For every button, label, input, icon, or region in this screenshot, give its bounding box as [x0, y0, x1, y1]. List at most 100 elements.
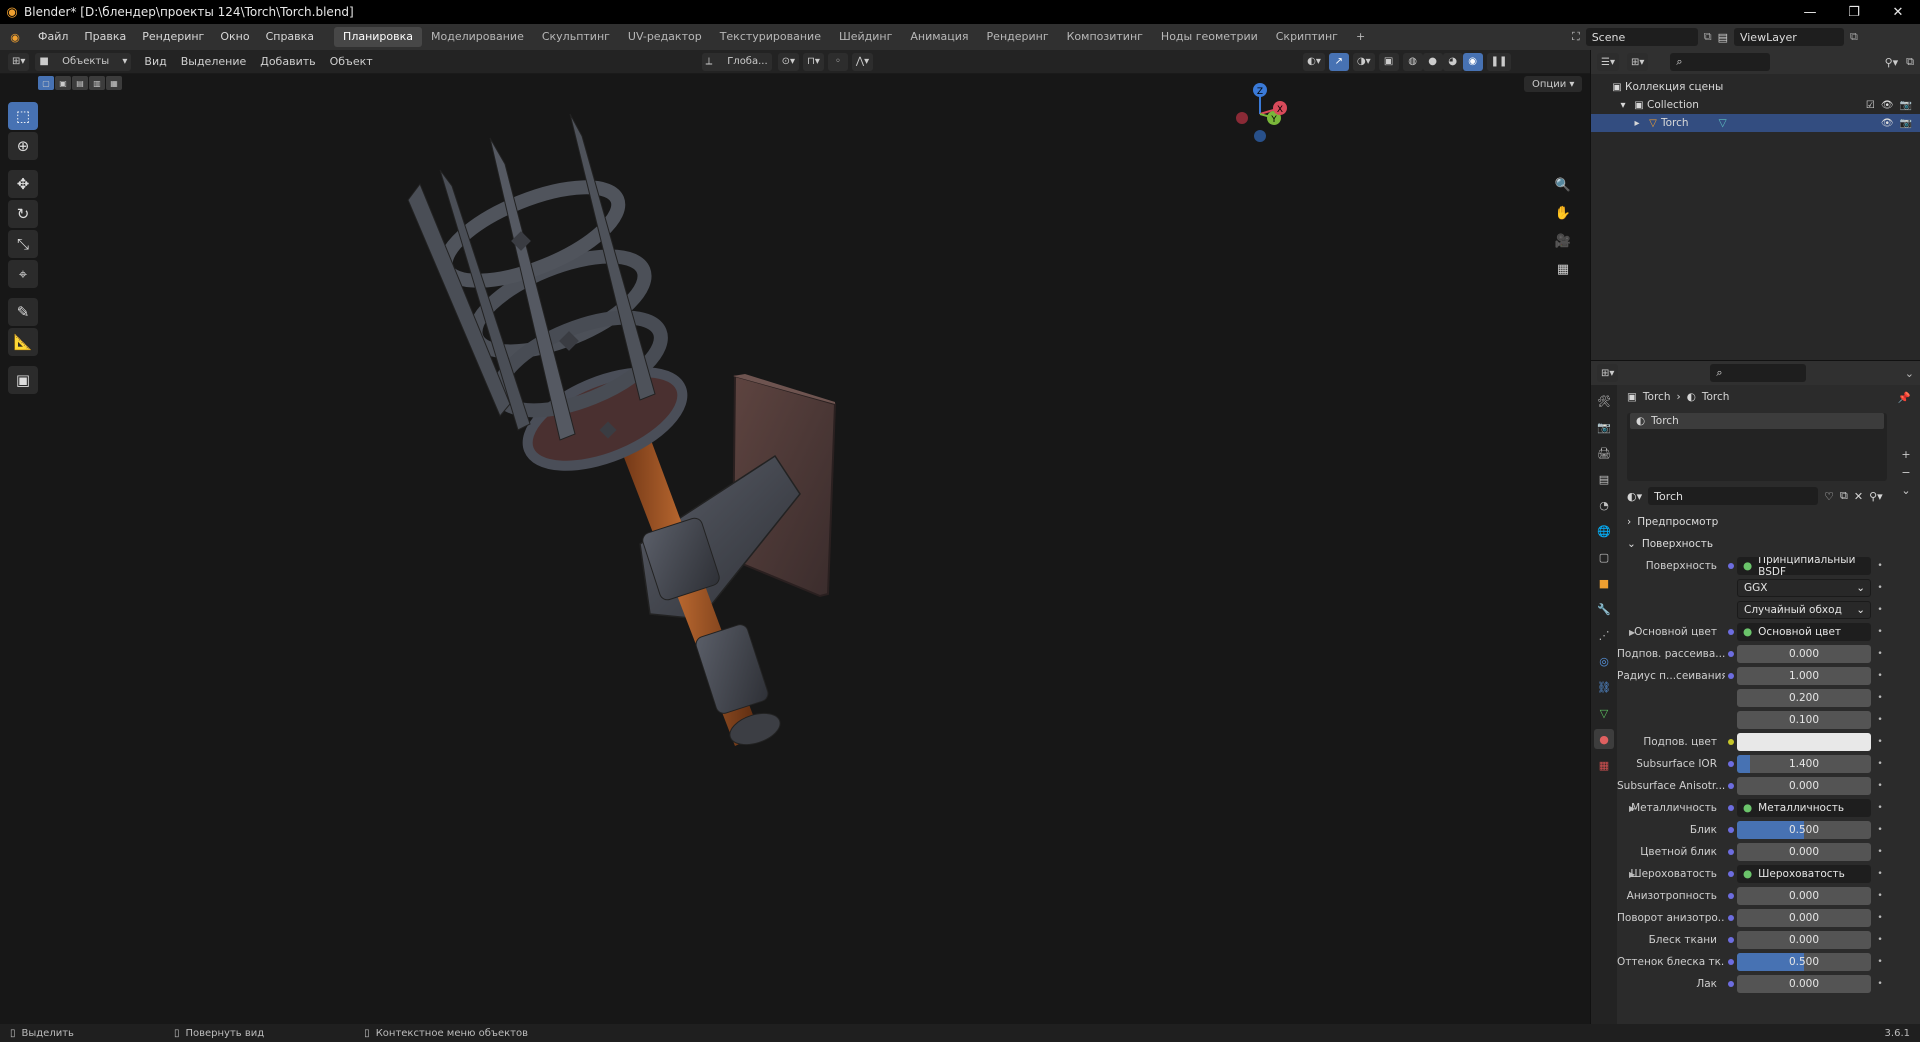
keyframe-dot-icon[interactable]: •	[1873, 627, 1887, 637]
menu-help[interactable]: Справка	[258, 24, 322, 50]
property-value-field[interactable]: 0.000	[1737, 975, 1871, 993]
keyframe-dot-icon[interactable]: •	[1873, 935, 1887, 945]
menu-object[interactable]: Объект	[323, 55, 380, 68]
render-tab-icon[interactable]: 📷	[1594, 417, 1614, 437]
chevron-down-icon[interactable]: ⌄	[1905, 367, 1914, 380]
properties-search-input[interactable]: ⌕	[1710, 364, 1807, 382]
gizmo-toggle-icon[interactable]: ↗	[1328, 52, 1349, 71]
scene-tab-icon[interactable]: ◔	[1594, 495, 1614, 515]
property-value-field[interactable]: ● Металличность	[1737, 799, 1871, 817]
select-box-icon[interactable]: ⬚	[8, 102, 38, 130]
shading-material-icon[interactable]: ◕	[1442, 52, 1463, 71]
keyframe-dot-icon[interactable]: •	[1873, 781, 1887, 791]
new-view-layer-icon[interactable]: ⧉	[1850, 30, 1858, 44]
filter-icon[interactable]: ⚲▾	[1885, 56, 1899, 69]
material-slot-item[interactable]: ◐ Torch	[1630, 413, 1884, 429]
socket-dot-icon[interactable]	[1725, 673, 1737, 679]
socket-dot-icon[interactable]	[1725, 981, 1737, 987]
move-icon[interactable]: ✥	[8, 170, 38, 198]
cursor-icon[interactable]: ⊕	[8, 132, 38, 160]
new-collection-icon[interactable]: ⧉	[1906, 55, 1914, 69]
checkbox-icon[interactable]: ☑	[1866, 100, 1875, 111]
socket-dot-icon[interactable]	[1725, 959, 1737, 965]
particles-tab-icon[interactable]: ⋰	[1594, 625, 1614, 645]
object-tab-icon[interactable]: ■	[1594, 573, 1614, 593]
new-scene-icon[interactable]: ⧉	[1704, 30, 1712, 44]
fake-user-icon[interactable]: ♡	[1824, 490, 1834, 503]
add-cube-icon[interactable]: ▣	[8, 366, 38, 394]
socket-dot-icon[interactable]	[1725, 849, 1737, 855]
tab-scripting[interactable]: Скриптинг	[1267, 27, 1347, 47]
select-subtract-icon[interactable]: ▤	[72, 76, 88, 90]
socket-dot-icon[interactable]	[1725, 827, 1737, 833]
property-value-field[interactable]: GGX ⌄	[1737, 579, 1871, 597]
surface-panel-header[interactable]: ⌄ Поверхность	[1617, 533, 1920, 555]
duplicate-material-icon[interactable]: ⧉	[1840, 489, 1848, 503]
tab-shading[interactable]: Шейдинг	[830, 27, 901, 47]
outliner-collection[interactable]: ▾ ▣ Collection ☑ 👁 📷	[1591, 96, 1920, 114]
keyframe-dot-icon[interactable]: •	[1873, 913, 1887, 923]
eye-icon[interactable]: 👁	[1881, 118, 1894, 129]
menu-render[interactable]: Рендеринг	[134, 24, 212, 50]
annotate-icon[interactable]: ✎	[8, 298, 38, 326]
keyframe-dot-icon[interactable]: •	[1873, 891, 1887, 901]
falloff-icon[interactable]: ⋀▾	[851, 52, 874, 71]
menu-edit[interactable]: Правка	[76, 24, 134, 50]
mode-dropdown[interactable]: ■ Объекты ▾	[35, 52, 132, 71]
slot-menu-icon[interactable]: ⌄	[1899, 483, 1913, 497]
property-value-field[interactable]: 0.000	[1737, 909, 1871, 927]
keyframe-dot-icon[interactable]: •	[1873, 649, 1887, 659]
socket-dot-icon[interactable]	[1725, 629, 1737, 635]
socket-dot-icon[interactable]	[1725, 783, 1737, 789]
property-value-field[interactable]	[1737, 733, 1871, 751]
add-slot-icon[interactable]: +	[1899, 447, 1913, 461]
keyframe-dot-icon[interactable]: •	[1873, 825, 1887, 835]
overlay-icon[interactable]: ◑▾	[1352, 52, 1375, 71]
options-dropdown[interactable]: Опции ▾	[1524, 76, 1583, 92]
menu-view[interactable]: Вид	[137, 55, 173, 68]
outliner-search-input[interactable]: ⌕	[1670, 53, 1771, 71]
transform-orientation-dropdown[interactable]: ⟂ Глоба...	[701, 52, 772, 71]
rotate-icon[interactable]: ↻	[8, 200, 38, 228]
navigation-gizmo[interactable]: Z Y X	[1228, 80, 1292, 144]
expand-arrow-icon[interactable]: ▶	[1629, 804, 1635, 813]
pin-icon[interactable]: 📌	[1898, 391, 1911, 404]
close-button[interactable]: ✕	[1876, 0, 1920, 24]
property-value-field[interactable]: 0.000	[1737, 843, 1871, 861]
property-value-field[interactable]: ● Основной цвет	[1737, 623, 1871, 641]
keyframe-dot-icon[interactable]: •	[1873, 605, 1887, 615]
collection-tab-icon[interactable]: ▢	[1594, 547, 1614, 567]
scene-name-field[interactable]: Scene	[1585, 28, 1698, 46]
property-value-field[interactable]: 0.000	[1737, 645, 1871, 663]
modifier-tab-icon[interactable]: 🔧	[1594, 599, 1614, 619]
pan-hand-icon[interactable]: ✋	[1552, 202, 1574, 224]
expand-arrow-icon[interactable]: ▶	[1629, 628, 1635, 637]
outliner-object-torch[interactable]: ▸ ▽ Torch ▽ 👁 📷	[1591, 114, 1920, 132]
socket-dot-icon[interactable]	[1725, 915, 1737, 921]
remove-slot-icon[interactable]: −	[1899, 465, 1913, 479]
property-value-field[interactable]: 0.000	[1737, 887, 1871, 905]
camera-view-icon[interactable]: 🎥	[1552, 230, 1574, 252]
tab-modeling[interactable]: Моделирование	[422, 27, 533, 47]
constraints-tab-icon[interactable]: ⛓	[1594, 677, 1614, 697]
measure-icon[interactable]: 📐	[8, 328, 38, 356]
property-value-field[interactable]: 1.400	[1737, 755, 1871, 773]
display-mode-icon[interactable]: ⊞▾	[1626, 53, 1649, 71]
shading-wireframe-icon[interactable]: ◍	[1402, 52, 1423, 71]
expand-arrow-icon[interactable]: ▾	[1615, 100, 1631, 111]
property-value-field[interactable]: ● Принципиальный BSDF	[1737, 557, 1871, 575]
transform-icon[interactable]: ⌖	[8, 260, 38, 288]
keyframe-dot-icon[interactable]: •	[1873, 715, 1887, 725]
material-name-field[interactable]: Torch	[1648, 487, 1819, 505]
property-value-field[interactable]: Случайный обход ⌄	[1737, 601, 1871, 619]
3d-viewport[interactable]: Z Y X	[0, 74, 1590, 1024]
proportional-edit-icon[interactable]: ◦	[827, 52, 848, 71]
expand-arrow-icon[interactable]: ▸	[1629, 118, 1645, 129]
tool-tab-icon[interactable]: 🛠	[1594, 391, 1614, 411]
socket-dot-icon[interactable]	[1725, 651, 1737, 657]
view-layer-field[interactable]: ViewLayer	[1733, 28, 1844, 46]
xray-icon[interactable]: ▣	[1378, 52, 1399, 71]
socket-dot-icon[interactable]	[1725, 739, 1737, 745]
socket-dot-icon[interactable]	[1725, 937, 1737, 943]
properties-editor-type-icon[interactable]: ⊞▾	[1597, 364, 1619, 382]
